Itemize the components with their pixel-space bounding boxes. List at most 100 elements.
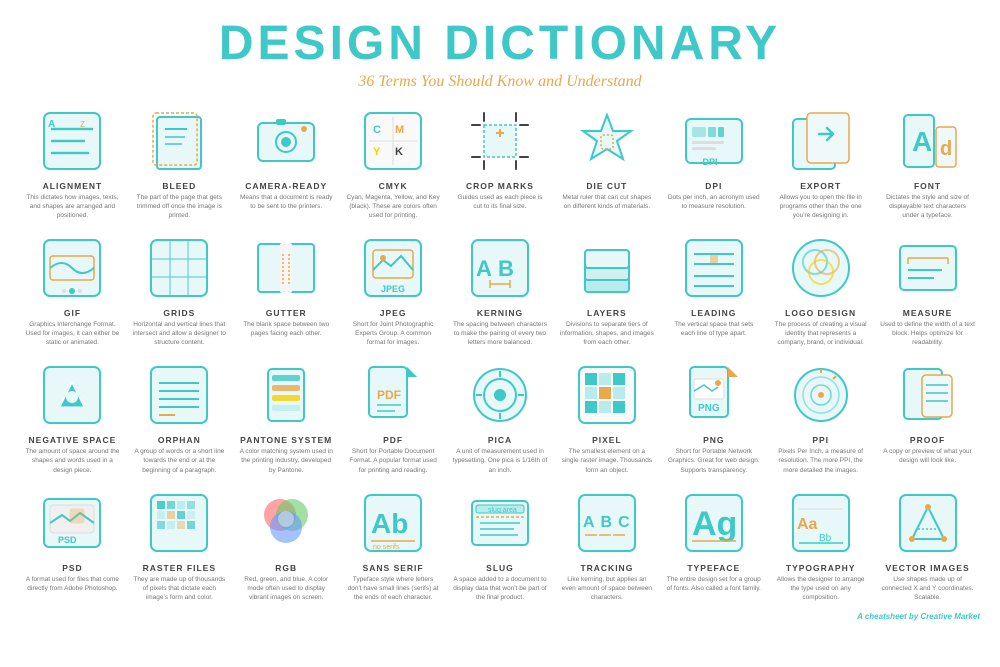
term-name: TYPEFACE [687, 563, 740, 573]
icon-png: PNG [678, 359, 750, 431]
svg-text:A: A [48, 119, 55, 130]
svg-text:C: C [373, 124, 381, 136]
term-item: AaBbTYPOGRAPHYAllows the designer to arr… [768, 483, 873, 606]
term-desc: Dictates the style and size of displayab… [880, 193, 975, 220]
svg-text:slug area: slug area [488, 507, 517, 514]
icon-rgb [250, 487, 322, 559]
term-item: RGBRed, green, and blue. A color mode of… [234, 483, 339, 606]
term-desc: This dictates how images, texts, and sha… [25, 193, 120, 220]
icon-layers [571, 232, 643, 304]
term-desc: Horizontal and vertical lines that inter… [132, 320, 227, 347]
term-name: PDF [383, 435, 403, 445]
term-desc: Used to define the width of a text block… [880, 320, 975, 347]
icon-jpeg: JPEG [357, 232, 429, 304]
term-item: CAMERA-READYMeans that a document is rea… [234, 101, 339, 224]
term-item: PDFPDFShort for Portable Document Format… [341, 355, 446, 478]
term-name: PIXEL [592, 435, 622, 445]
page-title: DESIGN DICTIONARY [20, 18, 980, 71]
term-desc: A color matching system used in the prin… [239, 447, 334, 474]
term-name: PNG [703, 435, 724, 445]
icon-typeface: Ag [678, 487, 750, 559]
footer: A cheatsheet by Creative Market [20, 612, 980, 621]
svg-text:K: K [395, 146, 403, 158]
svg-text:B: B [498, 256, 514, 281]
icon-proof [892, 359, 964, 431]
term-item: LEADING The vertical space that sets each… [661, 228, 766, 351]
term-name: CMYK [379, 181, 408, 191]
term-name: LOGO DESIGN [785, 308, 856, 318]
term-item: PICAA unit of measurement used in typese… [448, 355, 553, 478]
term-name: PANTONE SYSTEM [240, 435, 332, 445]
term-item: PPIPixels Per Inch, a measure of resolut… [768, 355, 873, 478]
icon-orphan [143, 359, 215, 431]
term-name: LEADING [691, 308, 736, 318]
term-name: LAYERS [587, 308, 627, 318]
svg-text:Y: Y [373, 146, 381, 158]
term-name: EXPORT [800, 181, 841, 191]
footer-brand: Creative Market [920, 612, 980, 621]
term-desc: Pixels Per Inch, a measure of resolution… [773, 447, 868, 474]
term-item: RASTER FILESThey are made up of thousand… [127, 483, 232, 606]
term-desc: Allows the designer to arrange the type … [773, 575, 868, 602]
term-item: JPEGJPEGShort for Joint Photographic Exp… [341, 228, 446, 351]
term-desc: Short for Portable Network Graphics. Gre… [666, 447, 761, 474]
svg-text:Ag: Ag [692, 505, 737, 543]
term-desc: The vertical space that sets each line o… [666, 320, 761, 338]
svg-text:JPEG: JPEG [381, 284, 405, 294]
term-desc: Means that a document is ready to be sen… [239, 193, 334, 211]
term-item: ABKERNINGThe spacing between characters … [448, 228, 553, 351]
term-item: BLEEDThe part of the page that gets trim… [127, 101, 232, 224]
term-desc: A group of words or a short line towards… [132, 447, 227, 474]
term-desc: Short for Joint Photographic Experts Gro… [346, 320, 441, 347]
svg-text:M: M [395, 124, 404, 136]
icon-measure [892, 232, 964, 304]
icon-negative-space [36, 359, 108, 431]
term-desc: Metal ruler that can cut shapes on diffe… [559, 193, 654, 211]
icon-font: Ad [892, 105, 964, 177]
term-item: PSDPSDA format used for files that come … [20, 483, 125, 606]
term-desc: Allows you to open the file in programs … [773, 193, 868, 220]
header: DESIGN DICTIONARY 36 Terms You Should Kn… [20, 18, 980, 91]
svg-text:ABC: ABC [583, 514, 636, 531]
term-name: ORPHAN [158, 435, 201, 445]
svg-text:d: d [940, 138, 952, 160]
term-desc: The part of the page that gets trimmed o… [132, 193, 227, 220]
icon-typography: AaBb [785, 487, 857, 559]
term-desc: Use shapes made up of connected X and Y … [880, 575, 975, 602]
term-item: MEASURE Used to define the width of a tex… [875, 228, 980, 351]
icon-pixel [571, 359, 643, 431]
svg-text:PDF: PDF [377, 388, 401, 402]
term-desc: Typeface style where letters don't have … [346, 575, 441, 602]
term-desc: Dots per inch, an acronym used to measur… [666, 193, 761, 211]
term-name: GIF [64, 308, 81, 318]
icon-camera-ready [250, 105, 322, 177]
term-name: VECTOR IMAGES [885, 563, 969, 573]
svg-text:Z: Z [80, 120, 85, 129]
term-item: PANTONE SYSTEM A color matching system us… [234, 355, 339, 478]
term-item: NEGATIVE SPACEThe amount of space around… [20, 355, 125, 478]
svg-text:Aa: Aa [797, 516, 818, 533]
term-desc: The blank space between two pages facing… [239, 320, 334, 338]
term-desc: Cyan, Magenta, Yellow, and Key (black). … [346, 193, 441, 220]
term-item: GUTTER The blank space between two pages … [234, 228, 339, 351]
term-name: MEASURE [903, 308, 953, 318]
icon-kerning: AB [464, 232, 536, 304]
icon-crop-marks [464, 105, 536, 177]
icon-dpi: DPI [678, 105, 750, 177]
term-item: AdFONTDictates the style and size of dis… [875, 101, 980, 224]
term-desc: The spacing between characters to make t… [452, 320, 547, 347]
term-name: TRACKING [580, 563, 633, 573]
term-item: DIE CUTMetal ruler that can cut shapes o… [554, 101, 659, 224]
icon-cmyk: C M Y K [357, 105, 429, 177]
term-name: PICA [488, 435, 512, 445]
term-name: GUTTER [266, 308, 307, 318]
icon-pantone-system [250, 359, 322, 431]
icon-gif [36, 232, 108, 304]
term-name: PSD [62, 563, 82, 573]
svg-text:PSD: PSD [58, 535, 77, 545]
icon-psd: PSD [36, 487, 108, 559]
term-desc: Graphics Interchange Format. Used for im… [25, 320, 120, 347]
svg-text:PNG: PNG [698, 403, 720, 414]
term-item: Abno serifsSANS SERIFTypeface style wher… [341, 483, 446, 606]
page: DESIGN DICTIONARY 36 Terms You Should Kn… [0, 0, 1000, 667]
